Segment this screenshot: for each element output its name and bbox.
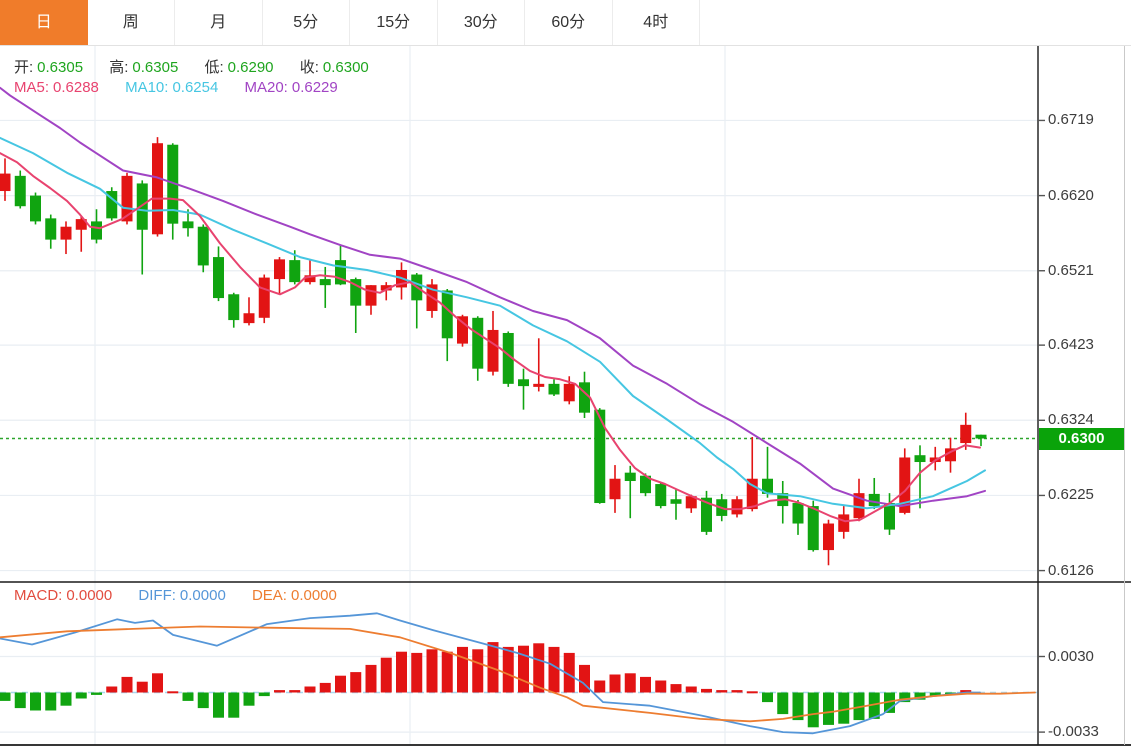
tab-5min[interactable]: 5分 xyxy=(262,0,350,45)
low-label: 低: xyxy=(204,59,224,76)
macd-label: MACD: xyxy=(14,587,63,604)
ohlc-legend: 开: 0.6305 高: 0.6305 低: 0.6290 收: 0.6300 xyxy=(14,56,373,77)
price-tick-label: 0.6324 xyxy=(1048,411,1094,429)
ma-legend: MA5: 0.6288 MA10: 0.6254 MA20: 0.6229 xyxy=(14,79,342,96)
price-tick-label: 0.6521 xyxy=(1048,261,1094,279)
price-tick-label: 0.6126 xyxy=(1048,561,1094,579)
axis-ticks xyxy=(1038,119,1046,733)
tab-week[interactable]: 周 xyxy=(87,0,175,45)
low-value: 0.6290 xyxy=(227,59,274,76)
dea-value: 0.0000 xyxy=(290,587,337,604)
ma10-label: MA10: xyxy=(125,79,169,96)
close-value: 0.6300 xyxy=(322,59,369,76)
price-tick-label: 0.6620 xyxy=(1048,186,1094,204)
tab-month[interactable]: 月 xyxy=(175,0,263,45)
open-value: 0.6305 xyxy=(37,59,84,76)
ma20-label: MA20: xyxy=(244,79,288,96)
macd-value: 0.0000 xyxy=(66,587,113,604)
high-value: 0.6305 xyxy=(132,59,179,76)
price-tick-label: 0.6719 xyxy=(1048,111,1094,129)
period-tabbar: 日周月 5分 15分 30分 60分 4时 xyxy=(0,0,1131,46)
ma5-value: 0.6288 xyxy=(53,79,99,96)
ma-lines-layer xyxy=(0,86,986,523)
diff-label: DIFF: xyxy=(138,587,176,604)
candlestick-chart-canvas[interactable] xyxy=(0,0,1131,746)
close-label: 收: xyxy=(299,59,319,76)
tab-60min[interactable]: 60分 xyxy=(525,0,613,45)
price-tick-label: 0.6423 xyxy=(1048,336,1094,354)
ma10-value: 0.6254 xyxy=(172,79,219,96)
macd-tick-label: -0.0033 xyxy=(1048,723,1099,741)
macd-tick-label: 0.0030 xyxy=(1048,647,1094,665)
tab-30min[interactable]: 30分 xyxy=(437,0,525,45)
tab-day[interactable]: 日 xyxy=(0,0,88,45)
macd-histogram-layer xyxy=(0,642,972,728)
price-tick-label: 0.6225 xyxy=(1048,486,1094,504)
ma5-label: MA5: xyxy=(14,79,50,96)
macd-legend: MACD: 0.0000 DIFF: 0.0000 DEA: 0.0000 xyxy=(14,587,341,604)
trading-chart-app: 日周月 5分 15分 30分 60分 4时 开: 0.6305 高: 0.6305 低: 0.6… xyxy=(0,0,1131,746)
tab-4hour[interactable]: 4时 xyxy=(612,0,700,45)
ma20-value: 0.6229 xyxy=(291,79,338,96)
current-price-badge: 0.6300 xyxy=(1039,427,1124,450)
open-label: 开: xyxy=(14,59,34,76)
tab-15min[interactable]: 15分 xyxy=(350,0,438,45)
dea-label: DEA: xyxy=(251,587,287,604)
high-label: 高: xyxy=(109,59,129,76)
diff-value: 0.0000 xyxy=(179,587,226,604)
